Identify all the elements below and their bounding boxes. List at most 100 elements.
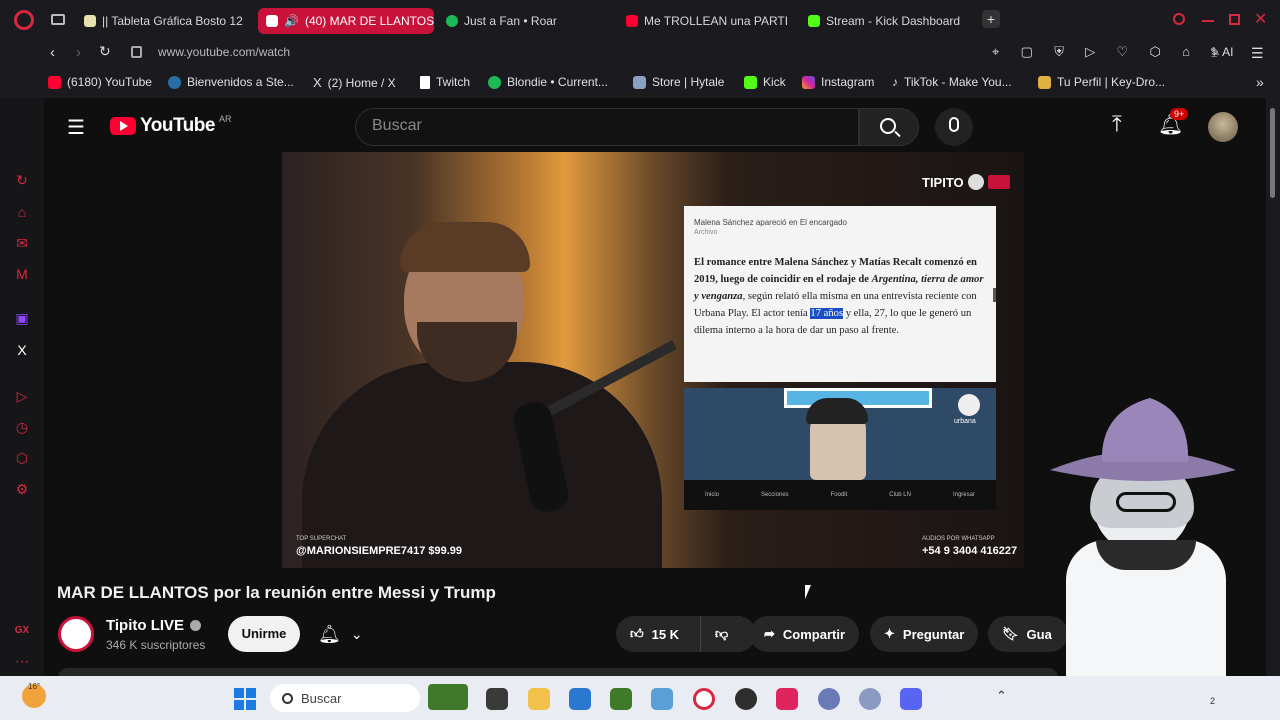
search-input[interactable]: Buscar xyxy=(355,108,859,146)
minecraft-icon[interactable] xyxy=(610,688,632,710)
instagram-icon xyxy=(802,75,815,89)
article-overlay: Malena Sánchez apareció en El encargado … xyxy=(684,206,996,382)
search-tabs-icon[interactable] xyxy=(1173,13,1185,25)
back-icon[interactable]: ‹ xyxy=(50,44,55,61)
url-field[interactable]: www.youtube.com/watch xyxy=(158,45,290,59)
save-button[interactable]: 🔖︎ Gua xyxy=(988,616,1068,652)
crypto-icon[interactable]: ⌂ xyxy=(14,204,30,220)
pin-icon[interactable]: ⌖ xyxy=(992,44,999,62)
menu-icon[interactable]: ☰ xyxy=(1251,45,1264,62)
youtube-logo[interactable]: YouTube AR xyxy=(110,114,231,137)
windows-taskbar: 16° Buscar ⌃ 2 xyxy=(0,676,1280,720)
ai-button[interactable]: ✎ AI xyxy=(1210,45,1233,59)
bookmark-steam[interactable]: Bienvenidos a Ste... xyxy=(168,75,294,89)
bookmarks-bar: (6180) YouTube Bienvenidos a Ste... X (2)… xyxy=(0,68,1280,98)
thumbs-up-icon: 👍︎ xyxy=(630,626,644,641)
bookmark-hytale[interactable]: Store | Hytale xyxy=(633,75,724,89)
extensions-icon[interactable]: ⬡ xyxy=(14,450,30,466)
bookmark-keydrop[interactable]: Tu Perfil | Key-Dro... xyxy=(1038,75,1165,89)
dislike-button[interactable]: 👎︎ xyxy=(700,616,756,652)
new-tab-button[interactable]: + xyxy=(982,10,1000,28)
mic-icon xyxy=(949,117,959,132)
clock[interactable]: 2 xyxy=(1210,696,1215,706)
scroll-thumb[interactable] xyxy=(1270,108,1275,198)
bookmark-kick[interactable]: Kick xyxy=(744,75,786,89)
description-box[interactable] xyxy=(58,668,1058,676)
widgets-icon[interactable] xyxy=(428,684,468,710)
hytale-icon xyxy=(633,75,646,89)
bookmark-tiktok[interactable]: ♪ TikTok - Make You... xyxy=(892,75,1012,89)
start-button[interactable] xyxy=(234,688,256,710)
speaker-icon[interactable]: 🔊 xyxy=(284,14,299,28)
share-button[interactable]: ➦ Compartir xyxy=(750,616,860,652)
forward-icon[interactable]: › xyxy=(76,44,81,61)
taskbar-search[interactable]: Buscar xyxy=(270,684,420,712)
tab-spotify[interactable]: Just a Fan • Roar xyxy=(446,8,606,34)
lock-icon xyxy=(131,46,142,58)
tray-overflow-icon[interactable]: ⌃ xyxy=(996,688,1007,704)
bookmarks-more-icon[interactable]: » xyxy=(1256,74,1264,90)
channel-watermark: TIPITO xyxy=(922,174,1010,190)
obs-icon[interactable] xyxy=(735,688,757,710)
file-explorer-icon[interactable] xyxy=(528,688,550,710)
task-view-icon[interactable] xyxy=(486,688,508,710)
gmail-icon[interactable]: M xyxy=(14,266,30,282)
settings-icon[interactable]: ⚙ xyxy=(14,481,30,497)
channel-avatar[interactable] xyxy=(58,616,94,652)
address-bar: ‹ › ↻ www.youtube.com/watch ⌖ ▢ ⛨ ▷ ♡ ⬡ … xyxy=(0,40,1280,68)
discord-icon[interactable] xyxy=(900,688,922,710)
reload-icon[interactable]: ↻ xyxy=(99,43,111,60)
page-scrollbar[interactable] xyxy=(1266,98,1280,676)
store-icon[interactable] xyxy=(569,688,591,710)
tab-kick[interactable]: Stream - Kick Dashboard xyxy=(808,8,974,34)
player-icon[interactable]: ▷ xyxy=(14,388,30,404)
subscribe-bell-button[interactable]: 🔔︎ ⌄ xyxy=(314,616,386,652)
opera-logo-icon[interactable] xyxy=(14,10,34,30)
opera-gx-icon[interactable] xyxy=(693,688,715,710)
photos-icon[interactable] xyxy=(651,688,673,710)
gx-icon[interactable]: GX xyxy=(14,623,30,639)
more-icon[interactable]: ⋯ xyxy=(14,653,30,669)
join-button[interactable]: Unirme xyxy=(228,616,300,652)
x-icon[interactable]: X xyxy=(14,342,30,358)
bookmark-twitch[interactable]: Twitch xyxy=(420,75,470,89)
shield-icon[interactable]: ⛨ xyxy=(1054,44,1064,62)
bookmark-x[interactable]: X (2) Home / X xyxy=(313,75,396,90)
maximize-icon[interactable] xyxy=(1229,14,1240,25)
tiktok-live-icon[interactable] xyxy=(776,688,798,710)
bookmark-spotify[interactable]: Blondie • Current... xyxy=(488,75,608,89)
history-icon[interactable]: ◷ xyxy=(14,419,30,435)
heart-icon[interactable]: ♡ xyxy=(1117,44,1129,62)
tab-troll[interactable]: Me TROLLEAN una PARTI xyxy=(626,8,790,34)
ask-button[interactable]: ✦ Preguntar xyxy=(870,616,979,652)
search-button[interactable] xyxy=(859,108,919,146)
notifications-badge: 9+ xyxy=(1170,108,1189,120)
bookmark-youtube[interactable]: (6180) YouTube xyxy=(48,75,152,89)
channel-name[interactable]: Tipito LIVE xyxy=(106,617,202,634)
video-player[interactable]: TIPITO Malena Sánchez apareció en El enc… xyxy=(282,152,1024,568)
twitch-icon[interactable]: ▣ xyxy=(14,310,30,326)
app-icon[interactable] xyxy=(859,688,881,710)
bookmark-instagram[interactable]: Instagram xyxy=(802,75,874,89)
tiktok-icon: ♪ xyxy=(892,75,898,89)
vtube-studio-icon[interactable] xyxy=(818,688,840,710)
close-icon[interactable]: ✕ xyxy=(1254,9,1267,29)
snapshot-icon[interactable]: ▢ xyxy=(1021,44,1033,62)
hamburger-menu-icon[interactable]: ☰ xyxy=(67,115,85,140)
tab-tableta[interactable]: || Tableta Gráfica Bosto 12 xyxy=(84,8,244,34)
youtube-icon xyxy=(626,15,638,27)
extensions-icon[interactable]: ⬡ xyxy=(1149,44,1160,62)
wallet-icon[interactable]: ⌂ xyxy=(1182,44,1190,62)
tab-overview-icon[interactable] xyxy=(51,14,65,25)
play-icon[interactable]: ▷ xyxy=(1085,44,1095,62)
create-upload-icon[interactable]: ⤒ xyxy=(1112,111,1122,137)
messenger-icon[interactable]: ✉ xyxy=(14,235,30,251)
avatar[interactable] xyxy=(1208,112,1238,142)
voice-search-button[interactable] xyxy=(935,108,973,146)
notifications-button[interactable]: 🔔︎ 9+ xyxy=(1158,108,1189,138)
subscriber-count: 346 K suscriptores xyxy=(106,638,206,652)
tab-youtube-active[interactable]: 🔊 (40) MAR DE LLANTOS xyxy=(258,8,434,34)
mascot-icon xyxy=(967,174,984,190)
aria-icon[interactable]: ↻ xyxy=(14,172,30,188)
minimize-icon[interactable] xyxy=(1202,20,1214,22)
